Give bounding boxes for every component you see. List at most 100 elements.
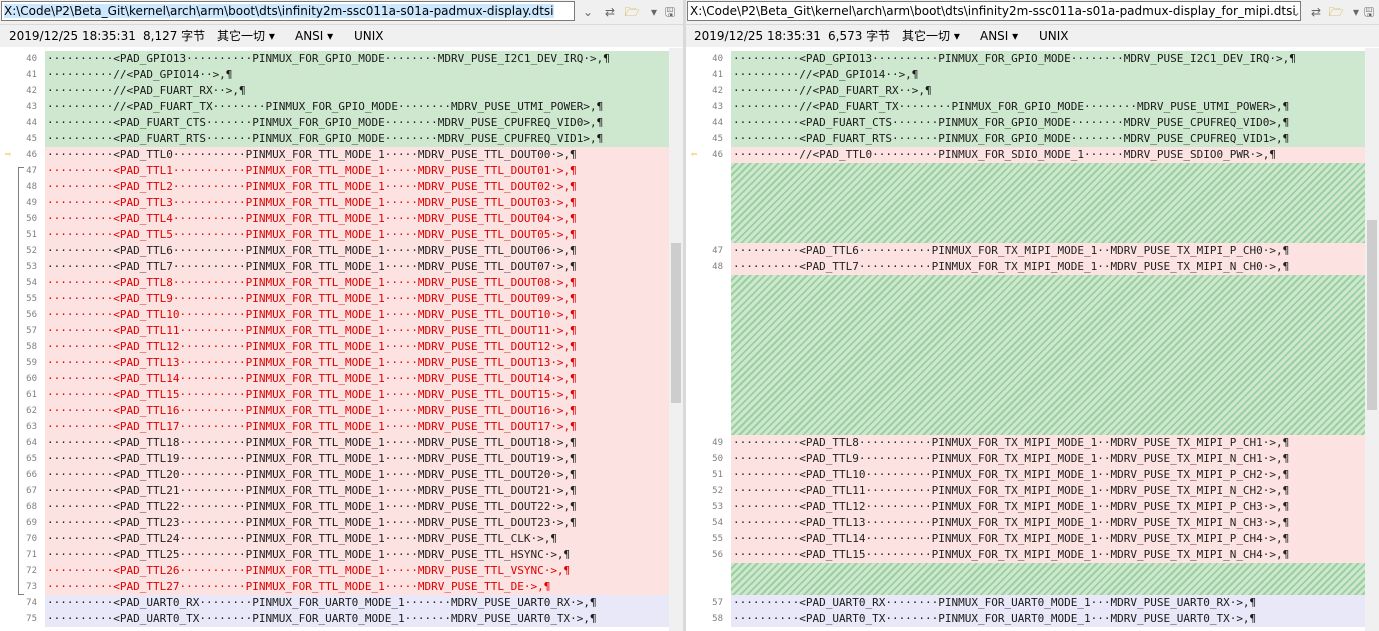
code-text: ··········<PAD_TTL20··········PINMUX_FOR… xyxy=(45,467,669,483)
code-line[interactable]: 41 ··········//<PAD_GPIO14··>,¶ xyxy=(686,67,1365,83)
code-line[interactable]: 57 ··········<PAD_TTL11··········PINMUX_F… xyxy=(0,323,669,339)
code-line[interactable]: 45 ··········<PAD_FUART_RTS·······PINMUX_… xyxy=(0,131,669,147)
code-line[interactable]: 48 ··········<PAD_TTL7···········PINMUX_F… xyxy=(686,259,1365,275)
code-line[interactable]: 53 ··········<PAD_TTL12··········PINMUX_F… xyxy=(686,499,1365,515)
code-text: ··········<PAD_TTL14··········PINMUX_FOR… xyxy=(45,371,669,387)
code-text: ··········<PAD_TTL6···········PINMUX_FOR… xyxy=(45,243,669,259)
left-scroll-thumb[interactable] xyxy=(671,243,681,403)
save-icon[interactable]: 🖫 xyxy=(1359,2,1379,22)
right-encoding-menu[interactable]: ANSI ▾ xyxy=(980,25,1018,47)
code-line[interactable]: 44 ··········<PAD_FUART_CTS·······PINMUX_… xyxy=(0,115,669,131)
left-path-input[interactable]: X:\Code\P2\Beta_Git\kernel\arch\arm\boot… xyxy=(1,1,575,21)
line-number: 63 xyxy=(26,422,37,432)
code-line[interactable]: 55 ··········<PAD_TTL9···········PINMUX_F… xyxy=(0,291,669,307)
right-charset-menu[interactable]: 其它一切 ▾ xyxy=(902,25,960,47)
left-encoding-menu[interactable]: ANSI ▾ xyxy=(295,25,333,47)
left-charset-menu[interactable]: 其它一切 ▾ xyxy=(217,25,275,47)
code-line[interactable]: 49 ··········<PAD_TTL3···········PINMUX_F… xyxy=(0,195,669,211)
code-line[interactable]: 40 ··········<PAD_GPIO13··········PINMUX_… xyxy=(686,51,1365,67)
code-line[interactable]: 48 ··········<PAD_TTL2···········PINMUX_F… xyxy=(0,179,669,195)
code-text: ··········<PAD_TTL13··········PINMUX_FOR… xyxy=(731,515,1365,531)
code-line[interactable]: 61 ··········<PAD_TTL15··········PINMUX_F… xyxy=(0,387,669,403)
code-line[interactable]: 58 ··········<PAD_TTL12··········PINMUX_F… xyxy=(0,339,669,355)
line-number: 45 xyxy=(26,134,37,144)
right-scroll-thumb[interactable] xyxy=(1367,220,1377,410)
code-line[interactable]: 73 ··········<PAD_TTL27··········PINMUX_F… xyxy=(0,579,669,595)
code-line[interactable]: 42 ··········//<PAD_FUART_RX··>,¶ xyxy=(0,83,669,99)
code-line[interactable]: 51 ··········<PAD_TTL10··········PINMUX_F… xyxy=(686,467,1365,483)
code-line[interactable]: 69 ··········<PAD_TTL23··········PINMUX_F… xyxy=(0,515,669,531)
code-line[interactable]: 50 ··········<PAD_TTL4···········PINMUX_F… xyxy=(0,211,669,227)
code-line[interactable]: 51 ··········<PAD_TTL5···········PINMUX_F… xyxy=(0,227,669,243)
line-number: 57 xyxy=(712,598,723,608)
line-number: 55 xyxy=(712,534,723,544)
code-text: ··········<PAD_FUART_CTS·······PINMUX_FO… xyxy=(731,115,1365,131)
code-line[interactable]: 65 ··········<PAD_TTL19··········PINMUX_F… xyxy=(0,451,669,467)
code-line[interactable]: 54 ··········<PAD_TTL8···········PINMUX_F… xyxy=(0,275,669,291)
code-line[interactable]: 58 ··········<PAD_UART0_TX········PINMUX_… xyxy=(686,611,1365,627)
right-scrollbar[interactable] xyxy=(1365,48,1379,631)
swap-icon[interactable]: ⇄ xyxy=(600,2,620,22)
code-line[interactable]: 49 ··········<PAD_TTL8···········PINMUX_F… xyxy=(686,435,1365,451)
swap-icon[interactable]: ⇄ xyxy=(1306,2,1326,22)
code-line[interactable]: 47 ··········<PAD_TTL1···········PINMUX_F… xyxy=(0,163,669,179)
code-line[interactable]: 64 ··········<PAD_TTL18··········PINMUX_F… xyxy=(0,435,669,451)
code-text: ··········<PAD_UART0_RX········PINMUX_FO… xyxy=(731,595,1365,611)
left-scrollbar[interactable] xyxy=(669,48,683,631)
code-line[interactable]: 70 ··········<PAD_TTL24··········PINMUX_F… xyxy=(0,531,669,547)
code-line[interactable]: 46 ··········<PAD_TTL0···········PINMUX_F… xyxy=(0,147,669,163)
code-line[interactable]: 57 ··········<PAD_UART0_RX········PINMUX_… xyxy=(686,595,1365,611)
code-line[interactable]: 66 ··········<PAD_TTL20··········PINMUX_F… xyxy=(0,467,669,483)
left-path-bar: X:\Code\P2\Beta_Git\kernel\arch\arm\boot… xyxy=(0,0,683,25)
code-line[interactable]: 63 ··········<PAD_TTL17··········PINMUX_F… xyxy=(0,419,669,435)
code-line[interactable]: 46 ··········//<PAD_TTL0··········PINMUX_… xyxy=(686,147,1365,163)
code-line[interactable]: 53 ··········<PAD_TTL7···········PINMUX_F… xyxy=(0,259,669,275)
code-line[interactable]: 43 ··········//<PAD_FUART_TX········PINMU… xyxy=(686,99,1365,115)
code-text: ··········<PAD_TTL15··········PINMUX_FOR… xyxy=(45,387,669,403)
code-line[interactable]: 62 ··········<PAD_TTL16··········PINMUX_F… xyxy=(0,403,669,419)
left-lineend[interactable]: UNIX xyxy=(354,25,384,47)
code-line[interactable]: 68 ··········<PAD_TTL22··········PINMUX_F… xyxy=(0,499,669,515)
chevron-down-icon[interactable]: ⌄ xyxy=(1286,2,1306,22)
code-text: ··········<PAD_TTL5···········PINMUX_FOR… xyxy=(45,227,669,243)
code-line[interactable]: 56 ··········<PAD_TTL10··········PINMUX_F… xyxy=(0,307,669,323)
code-line[interactable]: 43 ··········//<PAD_FUART_TX········PINMU… xyxy=(0,99,669,115)
code-line[interactable]: 40 ··········<PAD_GPIO13··········PINMUX_… xyxy=(0,51,669,67)
line-number: 53 xyxy=(26,262,37,272)
line-number: 55 xyxy=(26,294,37,304)
folder-icon[interactable]: 🗁 xyxy=(622,2,642,22)
code-text: ··········<PAD_TTL8···········PINMUX_FOR… xyxy=(45,275,669,291)
code-line[interactable]: 54 ··········<PAD_TTL13··········PINMUX_F… xyxy=(686,515,1365,531)
code-line[interactable]: 74 ··········<PAD_UART0_RX········PINMUX_… xyxy=(0,595,669,611)
left-editor[interactable]: ⇨ 40 ··········<PAD_GPIO13··········PINMU… xyxy=(0,48,683,631)
code-line[interactable]: 75 ··········<PAD_UART0_TX········PINMUX_… xyxy=(0,611,669,627)
code-line[interactable]: 72 ··········<PAD_TTL26··········PINMUX_F… xyxy=(0,563,669,579)
code-line[interactable]: 60 ··········<PAD_TTL14··········PINMUX_F… xyxy=(0,371,669,387)
code-text: ··········<PAD_TTL19··········PINMUX_FOR… xyxy=(45,451,669,467)
line-number: 58 xyxy=(26,342,37,352)
code-line[interactable]: 59 ··········<PAD_TTL13··········PINMUX_F… xyxy=(0,355,669,371)
code-line[interactable]: 55 ··········<PAD_TTL14··········PINMUX_F… xyxy=(686,531,1365,547)
code-line[interactable]: 71 ··········<PAD_TTL25··········PINMUX_F… xyxy=(0,547,669,563)
save-icon[interactable]: 🖫 xyxy=(660,2,680,22)
line-number: 45 xyxy=(712,134,723,144)
code-line[interactable]: 47 ··········<PAD_TTL6···········PINMUX_F… xyxy=(686,243,1365,259)
line-number: 48 xyxy=(712,262,723,272)
code-line[interactable]: 67 ··········<PAD_TTL21··········PINMUX_F… xyxy=(0,483,669,499)
code-line[interactable]: 52 ··········<PAD_TTL6···········PINMUX_F… xyxy=(0,243,669,259)
code-line[interactable]: 41 ··········//<PAD_GPIO14··>,¶ xyxy=(0,67,669,83)
right-editor[interactable]: ⇦ 40 ··········<PAD_GPIO13··········PINMU… xyxy=(686,48,1379,631)
folder-icon[interactable]: 🗁 xyxy=(1326,2,1346,22)
code-line[interactable]: 45 ··········<PAD_FUART_RTS·······PINMUX_… xyxy=(686,131,1365,147)
code-line[interactable]: 50 ··········<PAD_TTL9···········PINMUX_F… xyxy=(686,451,1365,467)
code-line[interactable]: 44 ··········<PAD_FUART_CTS·······PINMUX_… xyxy=(686,115,1365,131)
right-path-input[interactable]: X:\Code\P2\Beta_Git\kernel\arch\arm\boot… xyxy=(687,1,1301,21)
code-line[interactable]: 52 ··········<PAD_TTL11··········PINMUX_F… xyxy=(686,483,1365,499)
code-text: ··········<PAD_TTL6···········PINMUX_FOR… xyxy=(731,243,1365,259)
code-line[interactable]: 56 ··········<PAD_TTL15··········PINMUX_F… xyxy=(686,547,1365,563)
code-line[interactable]: 42 ··········//<PAD_FUART_RX··>,¶ xyxy=(686,83,1365,99)
right-lineend[interactable]: UNIX xyxy=(1039,25,1069,47)
code-text: ··········<PAD_TTL10··········PINMUX_FOR… xyxy=(45,307,669,323)
chevron-down-icon[interactable]: ⌄ xyxy=(578,2,598,22)
line-number: 54 xyxy=(712,518,723,528)
